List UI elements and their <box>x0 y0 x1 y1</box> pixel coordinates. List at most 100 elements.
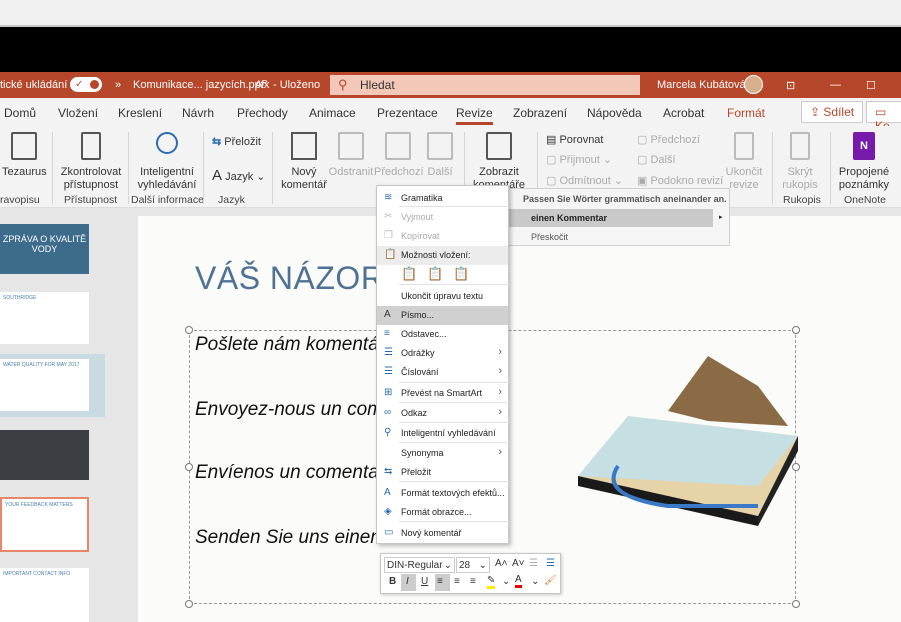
context-menu-item[interactable]: ⊞ Převést na SmartArt › <box>377 384 508 403</box>
suggestion-arrow-icon[interactable]: ▸ <box>713 209 729 227</box>
slide-title[interactable]: VÁŠ NÁZOR <box>195 260 384 297</box>
3d-terrain-model-image[interactable] <box>558 356 798 526</box>
resize-handle[interactable] <box>185 463 193 471</box>
highlight-icon[interactable]: ✎ <box>487 575 496 589</box>
accept-button[interactable]: ▢ Přijmout ⌄ <box>546 153 612 166</box>
skip-item[interactable]: Přeskočit <box>531 232 568 242</box>
thesaurus-button[interactable]: Tezaurus <box>2 132 47 179</box>
previous-change-button[interactable]: ▢ Předchozí <box>637 133 700 146</box>
tab-revize[interactable]: Revize <box>456 106 493 125</box>
font-size-select[interactable]: 28 ⌄ <box>456 557 490 573</box>
context-menu-item[interactable]: ◈ Formát obrazce... <box>377 503 508 522</box>
context-menu-item[interactable]: ≡ Odstavec... <box>377 325 508 344</box>
context-menu-item[interactable]: ✂ Vyjmout <box>377 208 508 227</box>
slide-thumbnail-5[interactable]: YOUR FEEDBACK MATTERS <box>0 497 89 552</box>
increase-indent-icon[interactable]: ☰ <box>546 558 555 569</box>
slide-thumbnail-3[interactable]: WATER QUALITY FOR MAY 2017 <box>0 359 89 411</box>
delete-comment-button[interactable]: Odstranit <box>328 132 374 179</box>
show-comments-button[interactable]: Zobrazit komentáře <box>468 132 530 192</box>
align-right-icon[interactable]: ≡ <box>470 576 476 587</box>
reject-button[interactable]: ▢ Odmítnout ⌄ <box>546 174 623 187</box>
context-menu-item[interactable]: ▭ Nový komentář <box>377 524 508 543</box>
italic-icon[interactable]: I <box>401 574 416 591</box>
search-input[interactable]: ⚲ Hledat <box>330 75 640 95</box>
context-menu: ≋ Gramatika ✂ Vyjmout ❐ Kopírovat 📋 Možnosti vl… <box>376 185 509 544</box>
decrease-indent-icon[interactable]: ☰ <box>529 558 538 569</box>
show-comments-icon <box>486 132 512 160</box>
next-change-button[interactable]: ▢ Další <box>637 153 676 166</box>
more-icon[interactable]: » <box>115 79 121 91</box>
hide-ink-label: Skrýt rukopis <box>782 166 818 191</box>
slide-thumbnail-6[interactable]: IMPORTANT CONTACT INFO <box>0 568 89 622</box>
hide-ink-button[interactable]: Skrýt rukopis <box>776 132 824 192</box>
align-center-icon[interactable]: ≡ <box>454 576 460 587</box>
shrink-font-icon[interactable]: A˅ <box>512 558 525 569</box>
resize-handle[interactable] <box>792 600 800 608</box>
context-menu-item[interactable]: ⇆ Přeložit <box>377 463 508 482</box>
tab-zobrazeni[interactable]: Zobrazení <box>513 106 567 120</box>
search-icon: ⚲ <box>338 77 348 92</box>
tab-format[interactable]: Formát <box>727 106 765 120</box>
paste-options-icons[interactable]: 📋📋📋 <box>401 266 480 282</box>
tab-animace[interactable]: Animace <box>309 106 356 120</box>
tab-acrobat[interactable]: Acrobat <box>663 106 704 120</box>
language-label: Jazyk <box>225 171 254 183</box>
slide-thumbnail-2[interactable]: SOUTHRIDGE <box>0 292 89 344</box>
context-menu-item[interactable]: ❐ Kopírovat <box>377 227 508 246</box>
context-menu-item[interactable]: ☰ Číslování › <box>377 363 508 382</box>
ribbon-display-icon[interactable]: ⊡ <box>786 79 795 92</box>
context-menu-item[interactable]: Synonyma › <box>377 444 508 463</box>
tab-kresleni[interactable]: Kreslení <box>118 106 162 120</box>
text-line-czech[interactable]: Pošlete nám komentář <box>195 334 385 356</box>
resize-handle[interactable] <box>185 600 193 608</box>
context-menu-label: Ukončit úpravu textu <box>401 291 484 301</box>
compare-button[interactable]: ▤ Porovnat <box>546 133 603 146</box>
maximize-icon[interactable]: ☐ <box>866 79 876 92</box>
resize-handle[interactable] <box>792 326 800 334</box>
next-comment-button[interactable]: Další <box>422 132 458 179</box>
minimize-icon[interactable]: — <box>830 79 841 91</box>
tab-napoveda[interactable]: Nápověda <box>587 106 642 120</box>
font-name-select[interactable]: DIN-Regular ⌄ <box>384 557 455 573</box>
language-button[interactable]: A Jazyk ⌄ <box>212 167 265 184</box>
context-menu-item[interactable]: A Formát textových efektů... <box>377 484 508 503</box>
font-color-icon[interactable]: A <box>515 574 522 588</box>
bold-icon[interactable]: B <box>389 576 396 587</box>
context-menu-item[interactable]: ∞ Odkaz › <box>377 404 508 423</box>
check-accessibility-button[interactable]: Zkontrolovat přístupnost <box>58 132 124 192</box>
tab-domu[interactable]: Domů <box>4 106 36 120</box>
context-menu-item[interactable]: ⚲ Inteligentní vyhledávání <box>377 424 508 443</box>
context-menu-item[interactable]: Ukončit úpravu textu <box>377 287 508 306</box>
slide-thumbnail-1[interactable]: ZPRÁVA O KVALITĚ VODY <box>0 224 89 274</box>
linked-notes-button[interactable]: N Propojené poznámky <box>836 132 892 192</box>
align-left-icon[interactable]: ≡ <box>435 574 450 591</box>
share-button[interactable]: ⇪ Sdílet <box>801 101 864 123</box>
translate-button[interactable]: ⇆ Přeložit <box>212 135 261 148</box>
grow-font-icon[interactable]: A˄ <box>495 558 508 569</box>
smart-lookup-button[interactable]: Inteligentní vyhledávání <box>134 132 200 192</box>
avatar[interactable] <box>744 75 763 94</box>
highlight-dropdown-icon[interactable]: ⌄ <box>502 576 510 587</box>
menu-separator <box>399 442 509 443</box>
slide-thumbnail-4[interactable] <box>0 430 89 480</box>
user-name[interactable]: Marcela Kubátová <box>657 79 746 91</box>
font-color-dropdown-icon[interactable]: ⌄ <box>531 576 539 587</box>
reviewing-pane-button[interactable]: ▣ Podokno revizí <box>637 174 723 187</box>
tab-vlozeni[interactable]: Vložení <box>58 106 98 120</box>
comments-button[interactable]: ▭ Ko <box>866 101 901 133</box>
tab-prechody[interactable]: Přechody <box>237 106 288 120</box>
text-line-spanish[interactable]: Envíenos un comentario <box>195 462 400 484</box>
context-menu-item[interactable]: A Písmo... <box>377 306 508 325</box>
context-menu-item[interactable]: 📋 Možnosti vložení: <box>377 246 508 265</box>
grammar-suggestion[interactable]: einen Kommentar <box>509 209 713 227</box>
end-review-button[interactable]: Ukončit revize <box>722 132 766 192</box>
tab-navrh[interactable]: Návrh <box>182 106 214 120</box>
tab-prezentace[interactable]: Prezentace <box>377 106 438 120</box>
format-painter-icon[interactable]: 🖌 <box>544 575 557 586</box>
autosave-toggle[interactable]: ✓ <box>70 77 102 92</box>
resize-handle[interactable] <box>185 326 193 334</box>
previous-comment-button[interactable]: Předchozí <box>374 132 424 179</box>
underline-icon[interactable]: U <box>421 576 428 587</box>
new-comment-button[interactable]: Nový komentář <box>280 132 328 192</box>
context-menu-item[interactable]: ☰ Odrážky › <box>377 344 508 363</box>
